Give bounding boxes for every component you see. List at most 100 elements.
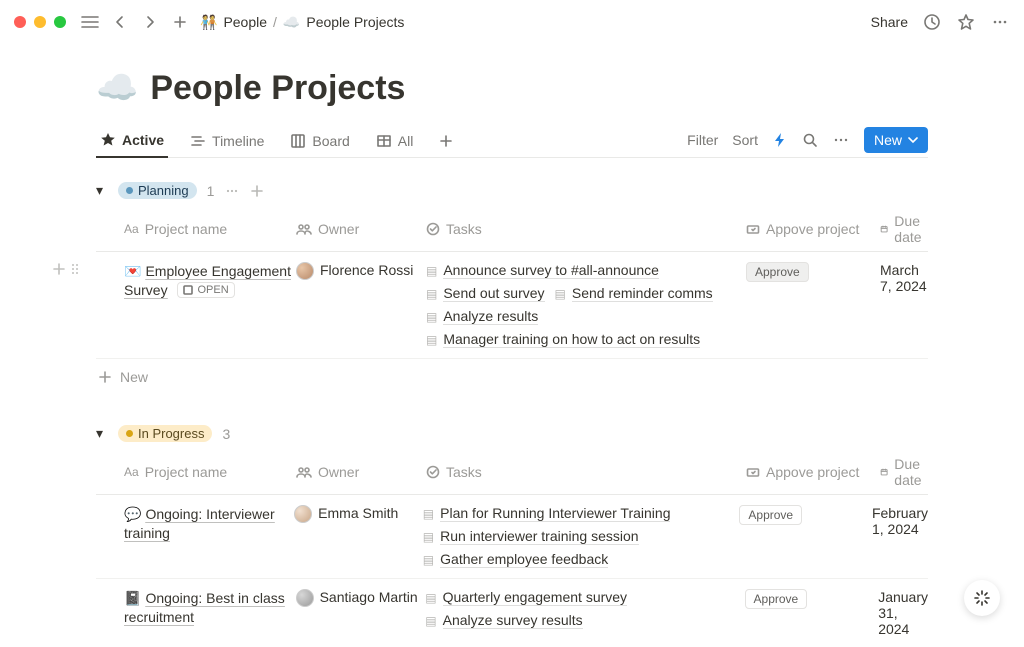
maximize-window[interactable] — [54, 16, 66, 28]
col-project[interactable]: AaProject name — [124, 464, 296, 480]
cell-project[interactable]: 💌Employee Engagement Survey OPEN — [124, 262, 296, 300]
col-due[interactable]: Due date — [880, 213, 928, 245]
col-owner[interactable]: Owner — [296, 221, 426, 237]
task-chip[interactable]: ▤Run interviewer training session — [423, 528, 639, 545]
breadcrumb-current-icon: ☁️ — [283, 14, 300, 31]
view-tab-timeline[interactable]: Timeline — [186, 127, 268, 157]
cell-owner[interactable]: Santiago Martin — [296, 589, 426, 607]
task-chip[interactable]: ▤Plan for Running Interviewer Training — [423, 505, 671, 522]
task-chip[interactable]: ▤Announce survey to #all-announce — [426, 262, 659, 279]
add-view-button[interactable] — [435, 128, 457, 156]
view-tabs: Active Timeline Board All Filter Sort — [96, 126, 928, 158]
breadcrumb[interactable]: 🧑‍🤝‍🧑 People / ☁️ People Projects — [200, 14, 404, 31]
table-row[interactable]: 📓Ongoing: Best in class recruitment Sant… — [96, 579, 928, 647]
status-pill-in-progress[interactable]: In Progress — [118, 425, 212, 442]
task-chip[interactable]: ▤Send reminder comms — [555, 285, 713, 302]
col-due-label: Due date — [894, 213, 928, 245]
ai-assist-button[interactable] — [964, 580, 1000, 616]
project-name[interactable]: Ongoing: Interviewer training — [124, 506, 275, 542]
table-row[interactable]: 💌Employee Engagement Survey OPEN Florenc… — [96, 252, 928, 359]
cell-due[interactable]: January 31, 2024 — [878, 589, 928, 637]
page-icon: ▤ — [426, 287, 437, 301]
drag-handle-icon[interactable] — [70, 262, 80, 276]
group-header-planning[interactable]: ▾ Planning 1 — [96, 182, 928, 199]
favorite-icon[interactable] — [956, 12, 976, 32]
task-chip[interactable]: ▤Send out survey — [426, 285, 545, 302]
back-icon[interactable] — [110, 12, 130, 32]
automation-icon[interactable] — [772, 132, 788, 148]
group-header-in-progress[interactable]: ▾ In Progress 3 — [96, 425, 928, 442]
view-tab-all[interactable]: All — [372, 127, 418, 157]
cell-approve[interactable]: Approve — [746, 262, 880, 282]
breadcrumb-parent[interactable]: People — [223, 14, 267, 30]
search-icon[interactable] — [802, 132, 818, 148]
col-owner[interactable]: Owner — [296, 464, 426, 480]
people-icon — [296, 223, 312, 235]
more-icon[interactable] — [990, 12, 1010, 32]
task-chip[interactable]: ▤Analyze results — [426, 308, 538, 325]
task-chip[interactable]: ▤Gather employee feedback — [423, 551, 608, 568]
status-pill-planning[interactable]: Planning — [118, 182, 197, 199]
new-tab-icon[interactable] — [170, 12, 190, 32]
row-gutter — [52, 262, 80, 276]
col-project[interactable]: Aa Project name — [124, 221, 296, 237]
new-button[interactable]: New — [864, 127, 928, 153]
task-chip[interactable]: ▤Manager training on how to act on resul… — [426, 331, 700, 348]
page-title[interactable]: People Projects — [150, 69, 405, 108]
approve-button[interactable]: Approve — [745, 589, 808, 609]
filter-button[interactable]: Filter — [687, 132, 718, 148]
cell-project[interactable]: 📓Ongoing: Best in class recruitment — [124, 589, 296, 627]
page-icon: ▤ — [423, 530, 434, 544]
forward-icon[interactable] — [140, 12, 160, 32]
column-headers: AaProject name Owner Tasks Appove projec… — [96, 456, 928, 495]
owner-name: Santiago Martin — [320, 589, 418, 605]
share-button[interactable]: Share — [871, 14, 908, 30]
sidebar-toggle-icon[interactable] — [80, 12, 100, 32]
project-name[interactable]: Ongoing: Best in class recruitment — [124, 590, 285, 626]
breadcrumb-current[interactable]: People Projects — [306, 14, 404, 30]
cell-tasks[interactable]: ▤Announce survey to #all-announce ▤Send … — [426, 262, 746, 348]
check-circle-icon — [426, 222, 440, 236]
cell-tasks[interactable]: ▤Quarterly engagement survey ▤Analyze su… — [425, 589, 744, 629]
minimize-window[interactable] — [34, 16, 46, 28]
table-row[interactable]: 💬Ongoing: Interviewer training Emma Smit… — [96, 495, 928, 579]
group-more-icon[interactable] — [224, 183, 240, 199]
cell-owner[interactable]: Florence Rossi — [296, 262, 426, 280]
close-window[interactable] — [14, 16, 26, 28]
new-row-button[interactable]: New — [96, 359, 928, 385]
topbar: 🧑‍🤝‍🧑 People / ☁️ People Projects Share — [0, 0, 1024, 44]
cell-owner[interactable]: Emma Smith — [294, 505, 423, 523]
button-icon — [746, 222, 760, 236]
approve-button[interactable]: Approve — [746, 262, 809, 282]
col-approve[interactable]: Appove project — [746, 221, 880, 237]
page-icon[interactable]: ☁️ — [96, 68, 138, 108]
cell-due[interactable]: March 7, 2024 — [880, 262, 928, 294]
more-options-icon[interactable] — [832, 131, 850, 149]
collapse-icon[interactable]: ▾ — [96, 182, 108, 199]
cell-project[interactable]: 💬Ongoing: Interviewer training — [124, 505, 294, 543]
text-icon: Aa — [124, 222, 139, 236]
status-pill-in-progress-label: In Progress — [138, 426, 204, 441]
col-approve[interactable]: Appove project — [746, 464, 880, 480]
view-tab-active[interactable]: Active — [96, 126, 168, 158]
cell-approve[interactable]: Approve — [745, 589, 879, 609]
col-tasks[interactable]: Tasks — [426, 221, 746, 237]
breadcrumb-parent-icon: 🧑‍🤝‍🧑 — [200, 14, 217, 31]
group-add-icon[interactable] — [250, 184, 264, 198]
cell-due[interactable]: February 1, 2024 — [872, 505, 928, 537]
task-chip[interactable]: ▤Quarterly engagement survey — [425, 589, 627, 606]
add-row-icon[interactable] — [52, 262, 66, 276]
task-chip[interactable]: ▤Analyze survey results — [425, 612, 582, 629]
cell-tasks[interactable]: ▤Plan for Running Interviewer Training ▤… — [423, 505, 740, 568]
open-page-chip[interactable]: OPEN — [177, 282, 234, 298]
sort-button[interactable]: Sort — [732, 132, 758, 148]
collapse-icon[interactable]: ▾ — [96, 425, 108, 442]
col-due[interactable]: Due date — [880, 456, 928, 488]
view-tab-board[interactable]: Board — [286, 127, 353, 157]
col-tasks-label: Tasks — [446, 221, 482, 237]
col-tasks[interactable]: Tasks — [426, 464, 746, 480]
updates-icon[interactable] — [922, 12, 942, 32]
table-icon — [376, 133, 392, 149]
cell-approve[interactable]: Approve — [739, 505, 872, 525]
approve-button[interactable]: Approve — [739, 505, 802, 525]
